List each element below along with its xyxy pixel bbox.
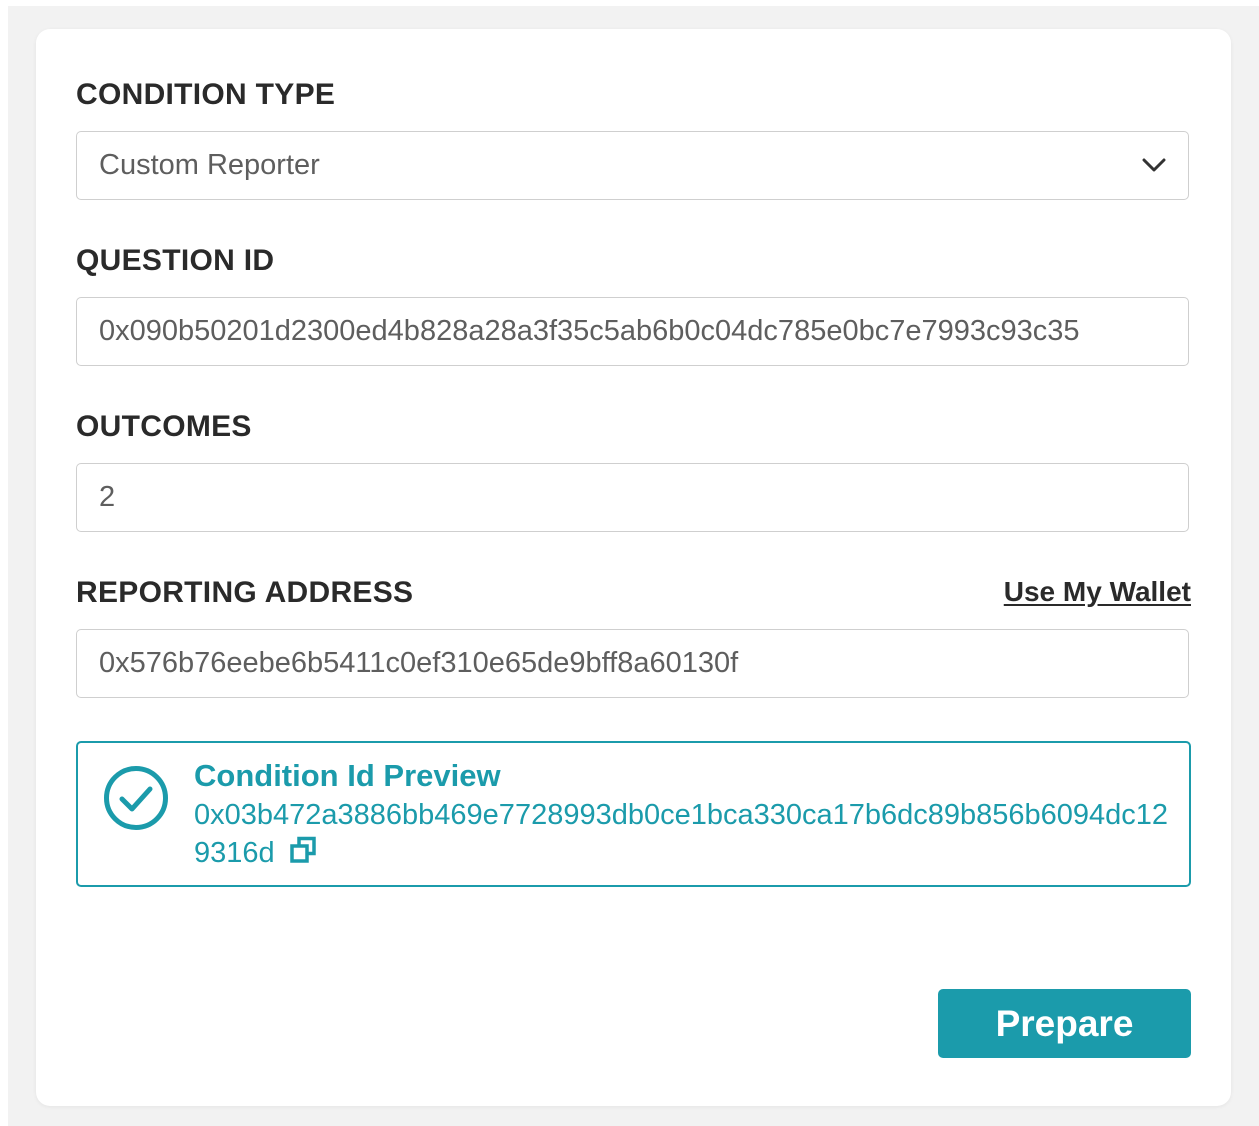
prepare-button[interactable]: Prepare — [938, 989, 1191, 1058]
copy-icon[interactable] — [289, 836, 317, 864]
page-background: CONDITION TYPE Custom Reporter QUESTION … — [8, 6, 1259, 1126]
outcomes-label: OUTCOMES — [76, 410, 252, 443]
condition-id-value: 0x03b472a3886bb469e7728993db0ce1bca330ca… — [194, 799, 1169, 869]
preview-title: Condition Id Preview — [194, 758, 501, 793]
condition-id-preview: Condition Id Preview 0x03b472a3886bb469e… — [76, 741, 1191, 887]
check-circle-icon — [104, 766, 168, 830]
use-my-wallet-link[interactable]: Use My Wallet — [1004, 575, 1191, 609]
chevron-down-icon — [1142, 158, 1166, 172]
condition-type-select[interactable]: Custom Reporter — [76, 131, 1189, 200]
question-id-value: 0x090b50201d2300ed4b828a28a3f35c5ab6b0c0… — [99, 315, 1080, 347]
reporting-address-label: REPORTING ADDRESS — [76, 576, 414, 609]
question-id-label: QUESTION ID — [76, 244, 275, 277]
reporting-address-input[interactable]: 0x576b76eebe6b5411c0ef310e65de9bff8a6013… — [76, 629, 1189, 698]
prepare-condition-card: CONDITION TYPE Custom Reporter QUESTION … — [36, 29, 1231, 1106]
condition-type-value: Custom Reporter — [99, 149, 320, 181]
outcomes-value: 2 — [99, 481, 116, 513]
outcomes-input[interactable]: 2 — [76, 463, 1189, 532]
condition-type-label: CONDITION TYPE — [76, 78, 336, 111]
preview-value-container: 0x03b472a3886bb469e7728993db0ce1bca330ca… — [194, 796, 1174, 872]
question-id-input[interactable]: 0x090b50201d2300ed4b828a28a3f35c5ab6b0c0… — [76, 297, 1189, 366]
reporting-address-value: 0x576b76eebe6b5411c0ef310e65de9bff8a6013… — [99, 647, 739, 679]
